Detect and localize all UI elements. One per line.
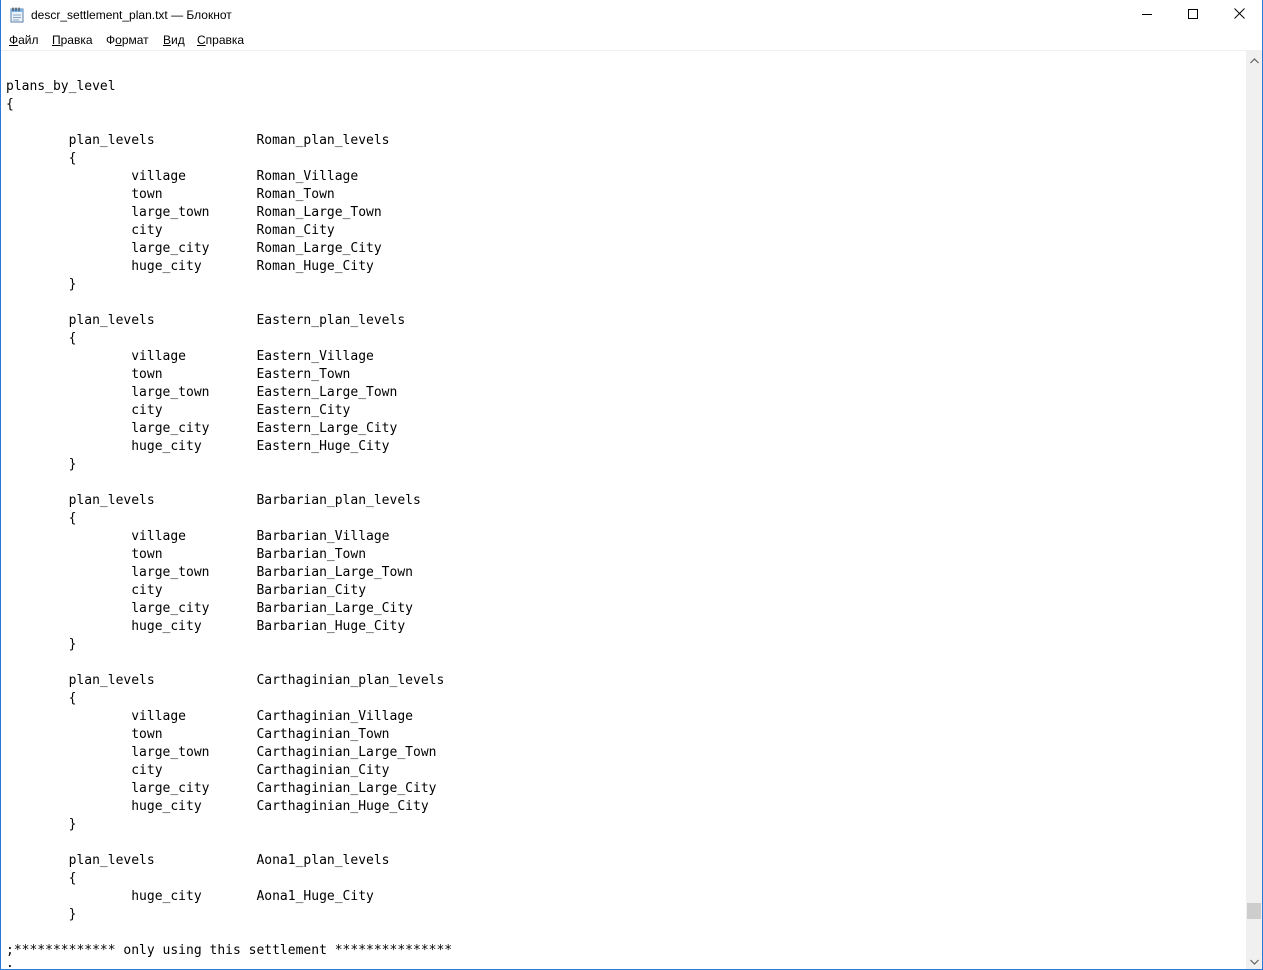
text-line: city Barbarian_City [6,583,367,598]
text-line: village Roman_Village [6,169,359,184]
text-line: { [6,331,77,346]
menu-help-label: правка [205,33,245,47]
menu-view-label: ид [171,33,185,47]
text-line: plan_levels Carthaginian_plan_levels [6,673,445,688]
text-line: ;************* only using this settlemen… [6,943,453,958]
notepad-window: descr_settlement_plan.txt — Блокнот Файл… [0,0,1263,970]
text-line: large_town Roman_Large_Town [6,205,382,220]
text-editor-area[interactable]: plans_by_level { plan_levels Roman_plan_l… [1,51,1246,969]
text-line: large_town Barbarian_Large_Town [6,565,413,580]
window-title: descr_settlement_plan.txt — Блокнот [31,8,232,22]
text-line: } [6,277,77,292]
menu-edit-hotkey: П [52,33,61,47]
text-line: { [6,511,77,526]
text-line: town Carthaginian_Town [6,727,390,742]
text-line: huge_city Eastern_Huge_City [6,439,390,454]
minimize-icon [1142,6,1152,24]
close-button[interactable] [1216,0,1262,30]
text-line: } [6,637,77,652]
text-line: } [6,907,77,922]
menu-edit-label: равка [60,33,93,47]
text-line: plan_levels Roman_plan_levels [6,133,390,148]
text-line: ; [6,961,14,969]
text-line: plan_levels Aona1_plan_levels [6,853,390,868]
text-line: large_city Carthaginian_Large_City [6,781,437,796]
menu-edit[interactable]: Правка [52,33,93,47]
title-bar[interactable]: descr_settlement_plan.txt — Блокнот [1,0,1262,30]
text-line: } [6,817,77,832]
text-line: city Eastern_City [6,403,351,418]
menu-file-hotkey: Ф [9,33,19,47]
text-line: village Barbarian_Village [6,529,390,544]
text-line: town Roman_Town [6,187,335,202]
text-line: huge_city Aona1_Huge_City [6,889,374,904]
text-line: large_town Eastern_Large_Town [6,385,398,400]
scroll-down-arrow-icon [1249,952,1259,970]
menu-format[interactable]: Формат [106,33,149,47]
text-line: huge_city Carthaginian_Huge_City [6,799,429,814]
maximize-button[interactable] [1170,0,1216,30]
scroll-up-button[interactable] [1246,51,1262,68]
text-line: plan_levels Eastern_plan_levels [6,313,406,328]
text-line: { [6,151,77,166]
menu-file[interactable]: Файл [9,33,39,47]
text-line: village Carthaginian_Village [6,709,413,724]
minimize-button[interactable] [1124,0,1170,30]
text-line: city Carthaginian_City [6,763,390,778]
menu-help-hotkey: С [197,33,206,47]
maximize-icon [1188,6,1198,24]
text-line: town Barbarian_Town [6,547,367,562]
text-line: large_city Eastern_Large_City [6,421,398,436]
menu-bar: Файл Правка Формат Вид Справка [1,30,1262,51]
text-line: city Roman_City [6,223,335,238]
text-line: large_town Carthaginian_Large_Town [6,745,437,760]
menu-view[interactable]: Вид [163,33,185,47]
text-line: { [6,97,14,112]
close-icon [1233,6,1245,24]
vertical-scrollbar[interactable] [1246,51,1262,969]
text-line: large_city Barbarian_Large_City [6,601,413,616]
scroll-down-button[interactable] [1246,952,1262,969]
text-line: huge_city Roman_Huge_City [6,259,374,274]
text-line: plans_by_level [6,79,116,94]
text-line: { [6,871,77,886]
menu-format-hotkey: о [115,33,122,47]
notepad-icon[interactable] [10,7,25,23]
text-line: { [6,691,77,706]
text-line: village Eastern_Village [6,349,374,364]
scroll-up-arrow-icon [1249,51,1259,69]
text-line: large_city Roman_Large_City [6,241,382,256]
text-line: town Eastern_Town [6,367,351,382]
menu-format-label: рмат [121,33,149,47]
text-line: plan_levels Barbarian_plan_levels [6,493,421,508]
menu-format-prefix: Ф [106,33,116,47]
menu-file-label: айл [18,33,39,47]
menu-help[interactable]: Справка [197,33,244,47]
scroll-thumb[interactable] [1247,903,1261,919]
text-line: huge_city Barbarian_Huge_City [6,619,406,634]
menu-view-hotkey: В [163,33,172,47]
text-line: } [6,457,77,472]
